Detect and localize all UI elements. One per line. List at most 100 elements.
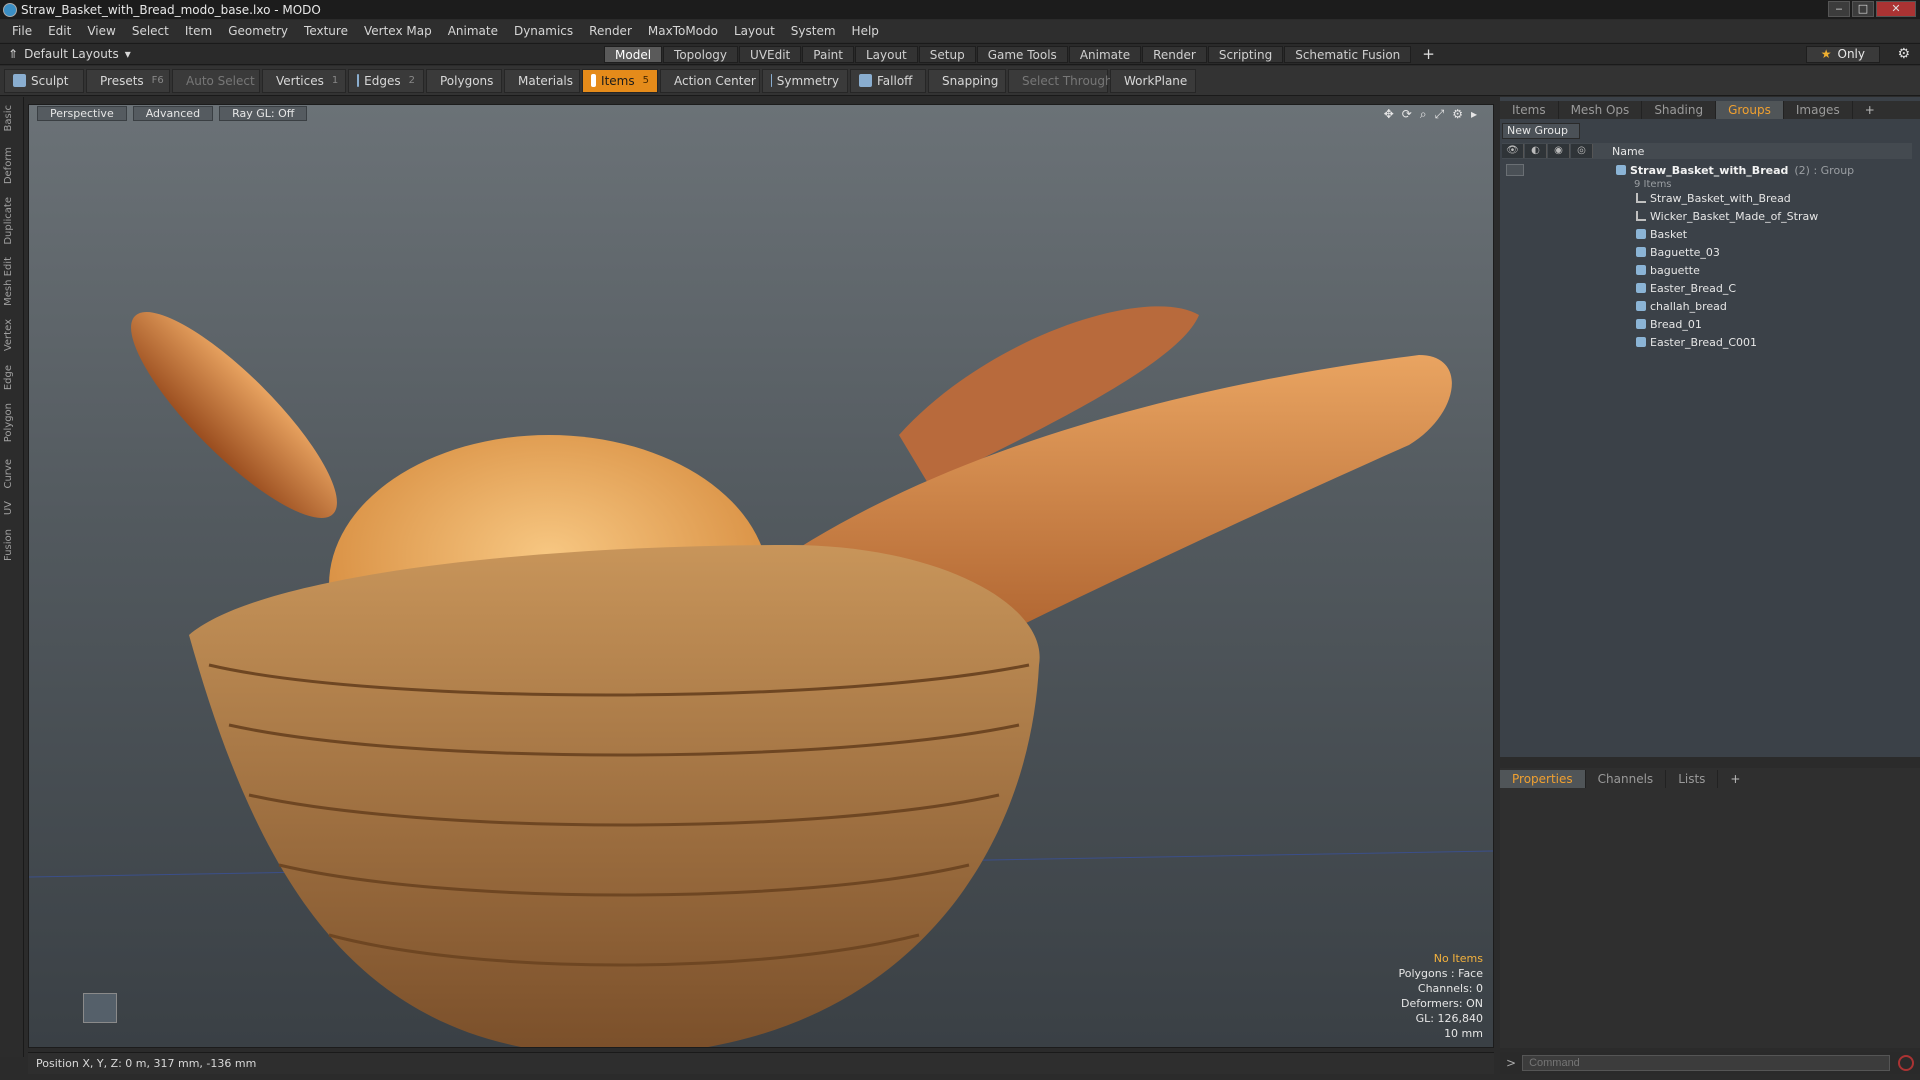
close-icon[interactable]: ✕ — [1876, 1, 1916, 17]
vtab-polygon[interactable]: Polygon — [3, 403, 21, 442]
vertices-button[interactable]: Vertices 1 — [262, 68, 346, 93]
name-column-header[interactable]: Name — [1612, 145, 1644, 158]
menu-edit[interactable]: Edit — [40, 24, 79, 38]
group-row[interactable]: Straw_Basket_with_Bread (2) : Group — [1502, 161, 1912, 179]
tab-groups[interactable]: Groups — [1716, 101, 1784, 119]
auto-select-button[interactable]: Auto Select — [172, 68, 260, 93]
list-item[interactable]: Wicker_Basket_Made_of_Straw — [1502, 207, 1912, 225]
tab-schematic-fusion[interactable]: Schematic Fusion — [1284, 46, 1412, 63]
fit-icon[interactable]: ⤢ — [1435, 107, 1445, 122]
add-panel-tab-button[interactable]: + — [1853, 101, 1887, 119]
tab-channels[interactable]: Channels — [1586, 770, 1667, 788]
tab-topology[interactable]: Topology — [663, 46, 739, 63]
settings-icon[interactable]: ⚙ — [1452, 107, 1463, 122]
tab-scripting[interactable]: Scripting — [1207, 46, 1284, 63]
menu-vertex-map[interactable]: Vertex Map — [356, 24, 440, 38]
menu-geometry[interactable]: Geometry — [220, 24, 296, 38]
menu-dynamics[interactable]: Dynamics — [506, 24, 581, 38]
move-icon[interactable]: ✥ — [1384, 107, 1394, 122]
vtab-vertex[interactable]: Vertex — [3, 319, 21, 351]
list-item[interactable]: Easter_Bread_C — [1502, 279, 1912, 297]
list-item[interactable]: Easter_Bread_C001 — [1502, 333, 1912, 351]
tab-images[interactable]: Images — [1784, 101, 1853, 119]
list-item[interactable]: Bread_01 — [1502, 315, 1912, 333]
tab-animate[interactable]: Animate — [1068, 46, 1142, 63]
only-button[interactable]: ★ Only — [1805, 46, 1880, 63]
tab-game-tools[interactable]: Game Tools — [976, 46, 1068, 63]
new-group-button[interactable]: New Group — [1502, 123, 1580, 139]
symmetry-button[interactable]: Symmetry — [762, 68, 848, 93]
action-center-button[interactable]: Action Center — [660, 68, 760, 93]
menu-texture[interactable]: Texture — [296, 24, 356, 38]
polygons-label: Polygons — [440, 73, 494, 88]
record-icon[interactable] — [1898, 1055, 1915, 1071]
select-icon[interactable]: ◎ — [1571, 144, 1593, 158]
menu-animate[interactable]: Animate — [440, 24, 506, 38]
rotate-icon[interactable]: ⟳ — [1402, 107, 1412, 122]
minimize-icon[interactable]: ‒ — [1828, 1, 1850, 17]
advanced-button[interactable]: Advanced — [132, 106, 214, 121]
lock-icon[interactable]: ◉ — [1548, 144, 1570, 158]
chevron-right-icon[interactable]: ▸ — [1471, 107, 1477, 122]
eye-icon[interactable]: 👁 — [1502, 144, 1524, 158]
visibility-toggle[interactable] — [1506, 164, 1524, 176]
zoom-icon[interactable]: ⌕ — [1420, 107, 1427, 122]
add-properties-tab-button[interactable]: + — [1718, 770, 1752, 788]
tab-lists[interactable]: Lists — [1666, 770, 1719, 788]
list-item[interactable]: Basket — [1502, 225, 1912, 243]
tab-items[interactable]: Items — [1500, 101, 1559, 119]
presets-button[interactable]: Presets F6 — [86, 68, 170, 93]
materials-button[interactable]: Materials — [504, 68, 580, 93]
list-item[interactable]: baguette — [1502, 261, 1912, 279]
falloff-button[interactable]: Falloff — [850, 68, 926, 93]
sculpt-button[interactable]: Sculpt — [4, 68, 84, 93]
menu-item[interactable]: Item — [177, 24, 220, 38]
tab-model[interactable]: Model — [604, 46, 663, 63]
mode-tabs: Model Topology UVEdit Paint Layout Setup… — [604, 46, 1446, 63]
tab-uvedit[interactable]: UVEdit — [739, 46, 802, 63]
menu-select[interactable]: Select — [124, 24, 177, 38]
tab-layout[interactable]: Layout — [854, 46, 918, 63]
vtab-mesh-edit[interactable]: Mesh Edit — [3, 257, 21, 306]
raygl-button[interactable]: Ray GL: Off — [219, 106, 308, 121]
workplane-button[interactable]: WorkPlane — [1110, 68, 1196, 93]
menu-view[interactable]: View — [79, 24, 123, 38]
list-item[interactable]: challah_bread — [1502, 297, 1912, 315]
vtab-duplicate[interactable]: Duplicate — [3, 197, 21, 245]
vtab-fusion[interactable]: Fusion — [3, 529, 21, 561]
sculpt-label: Sculpt — [31, 73, 69, 88]
snapping-button[interactable]: Snapping — [928, 68, 1006, 93]
render-icon[interactable]: ◐ — [1525, 144, 1547, 158]
select-through-button[interactable]: Select Through — [1008, 68, 1113, 93]
tab-mesh-ops[interactable]: Mesh Ops — [1559, 101, 1643, 119]
polygons-button[interactable]: Polygons — [426, 68, 502, 93]
list-item[interactable]: Straw_Basket_with_Bread — [1502, 189, 1912, 207]
perspective-button[interactable]: Perspective — [37, 106, 127, 121]
tab-setup[interactable]: Setup — [918, 46, 976, 63]
menu-render[interactable]: Render — [581, 24, 640, 38]
properties-tabs: Properties Channels Lists + — [1500, 770, 1920, 788]
vtab-uv[interactable]: UV — [3, 501, 21, 515]
3d-viewport[interactable]: Perspective Advanced Ray GL: Off ✥ ⟳ ⌕ ⤢… — [28, 104, 1494, 1048]
list-item[interactable]: Baguette_03 — [1502, 243, 1912, 261]
layouts-dropdown[interactable]: ⇑ Default Layouts ▾ — [8, 47, 131, 61]
menu-help[interactable]: Help — [844, 24, 887, 38]
vtab-deform[interactable]: Deform — [3, 147, 21, 184]
vtab-curve[interactable]: Curve — [3, 459, 21, 489]
tab-shading[interactable]: Shading — [1642, 101, 1717, 119]
vtab-edge[interactable]: Edge — [3, 365, 21, 390]
tab-paint[interactable]: Paint — [802, 46, 854, 63]
tab-render[interactable]: Render — [1142, 46, 1207, 63]
add-tab-button[interactable]: + — [1412, 46, 1445, 63]
maximize-icon[interactable]: □ — [1852, 1, 1874, 17]
gear-icon[interactable]: ⚙ — [1897, 46, 1910, 62]
menu-file[interactable]: File — [4, 24, 40, 38]
menu-layout[interactable]: Layout — [726, 24, 783, 38]
command-input[interactable] — [1522, 1055, 1891, 1071]
menu-maxtomodo[interactable]: MaxToModo — [640, 24, 726, 38]
tab-properties[interactable]: Properties — [1500, 770, 1586, 788]
edges-button[interactable]: Edges 2 — [348, 68, 424, 93]
menu-system[interactable]: System — [783, 24, 844, 38]
items-button[interactable]: Items 5 — [582, 68, 658, 93]
vtab-basic[interactable]: Basic — [3, 105, 21, 131]
